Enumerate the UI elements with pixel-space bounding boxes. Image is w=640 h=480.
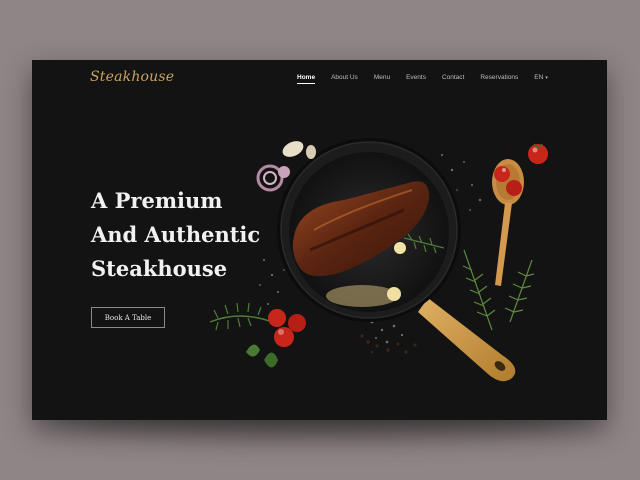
hero-title-line-1: A Premium	[91, 188, 223, 213]
tomato-icon	[528, 143, 548, 164]
garlic-icon	[282, 141, 316, 159]
language-selector[interactable]: EN ▾	[534, 74, 548, 84]
peppercorns	[360, 334, 417, 354]
nav-about-us[interactable]: About Us	[331, 74, 358, 84]
tomato-cluster-icon	[268, 309, 306, 347]
pan-handle	[418, 298, 516, 382]
nav-menu[interactable]: Menu	[374, 74, 390, 84]
nav-home[interactable]: Home	[297, 74, 316, 84]
wooden-spoon-icon	[492, 159, 524, 286]
hero-title-line-3: Steakhouse	[91, 256, 228, 281]
nav-reservations[interactable]: Reservations	[480, 74, 518, 84]
logo[interactable]: Steakhouse	[90, 69, 174, 85]
nav-contact[interactable]: Contact	[442, 74, 464, 84]
language-label: EN	[534, 74, 544, 81]
herb-icon	[209, 302, 278, 368]
hero-title: A Premium And Authentic Steakhouse	[91, 184, 291, 286]
main-nav: Home About Us Menu Events Contact Reserv…	[297, 74, 564, 84]
chevron-down-icon: ▾	[545, 74, 548, 81]
book-table-button[interactable]: Book A Table	[91, 307, 165, 328]
nav-events[interactable]: Events	[406, 74, 426, 84]
website-frame: Steakhouse Home About Us Menu Events Con…	[32, 60, 607, 420]
hero-title-line-2: And Authentic	[91, 222, 261, 247]
